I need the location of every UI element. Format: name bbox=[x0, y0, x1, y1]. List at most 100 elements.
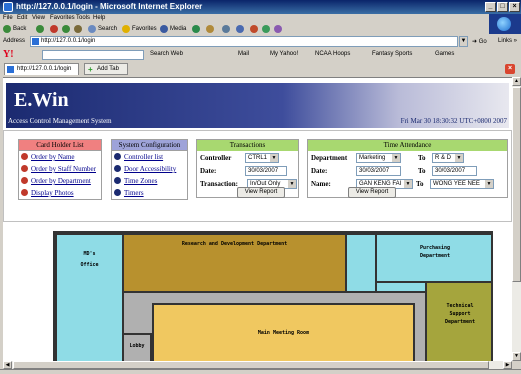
controller-label: Controller bbox=[200, 154, 232, 162]
media-button[interactable]: Media bbox=[170, 26, 186, 32]
menu-favorites[interactable]: Favorites bbox=[50, 15, 75, 21]
order-by-department-link[interactable]: Order by Department bbox=[31, 177, 91, 185]
floor-plan-map[interactable]: MD's Office Research and Development Dep… bbox=[53, 231, 493, 361]
attendance-date-from-input[interactable]: 30/03/2007 bbox=[356, 166, 401, 176]
print-icon[interactable] bbox=[222, 25, 230, 33]
technical-support-room[interactable]: Technical Support Department bbox=[425, 281, 491, 361]
bullet-icon bbox=[114, 165, 121, 172]
attendance-view-report-button[interactable]: View Report bbox=[348, 187, 396, 198]
scroll-thumb[interactable] bbox=[13, 361, 489, 369]
system-config-panel: System Configuration Controller list Doo… bbox=[111, 139, 188, 200]
status-bar bbox=[0, 369, 521, 374]
yahoo-search-input[interactable] bbox=[42, 50, 144, 60]
fantasy-sports-button[interactable]: Fantasy Sports bbox=[372, 51, 412, 57]
history-icon[interactable] bbox=[192, 25, 200, 33]
date-label: Date: bbox=[311, 167, 328, 175]
search-web-button[interactable]: Search Web bbox=[150, 51, 183, 57]
minimize-button[interactable]: _ bbox=[485, 2, 496, 12]
menu-file[interactable]: File bbox=[3, 15, 13, 21]
edit-icon[interactable] bbox=[236, 25, 244, 33]
chevron-down-icon: ▼ bbox=[404, 180, 412, 188]
tab-login[interactable]: http://127.0.0.1/login bbox=[4, 63, 79, 75]
my-yahoo-button[interactable]: My Yahoo! bbox=[270, 51, 298, 57]
favorites-star-icon[interactable] bbox=[122, 25, 130, 33]
transaction-date-input[interactable]: 30/03/2007 bbox=[245, 166, 287, 176]
time-zones-link[interactable]: Time Zones bbox=[124, 177, 157, 185]
card-holder-title: Card Holder List bbox=[19, 140, 101, 151]
plus-icon: + bbox=[88, 65, 93, 74]
scroll-right-icon[interactable]: ▶ bbox=[503, 361, 512, 369]
order-by-name-link[interactable]: Order by Name bbox=[31, 153, 75, 161]
ncaa-hoops-button[interactable]: NCAA Hoops bbox=[315, 51, 350, 57]
to-label: To bbox=[418, 167, 426, 175]
menu-tools[interactable]: Tools bbox=[76, 15, 90, 21]
mail-button[interactable]: Mail bbox=[238, 51, 249, 57]
name-to-select[interactable]: WONG YEE NEE ▼ bbox=[430, 179, 494, 189]
main-meeting-room[interactable]: Main Meeting Room bbox=[152, 303, 415, 361]
refresh-icon[interactable] bbox=[62, 25, 70, 33]
ie-page-icon bbox=[3, 2, 13, 12]
list-item: Order by Staff Number bbox=[19, 163, 101, 175]
favorites-button[interactable]: Favorites bbox=[132, 26, 157, 32]
scroll-left-icon[interactable]: ◀ bbox=[3, 361, 12, 369]
horizontal-scrollbar[interactable]: ◀ ▶ bbox=[3, 361, 512, 369]
messenger-icon[interactable] bbox=[262, 25, 270, 33]
address-input[interactable]: http://127.0.0.1/login bbox=[30, 36, 458, 47]
attendance-date-to-input[interactable]: 30/03/2007 bbox=[432, 166, 477, 176]
research-icon[interactable] bbox=[274, 25, 282, 33]
menu-view[interactable]: View bbox=[32, 15, 45, 21]
forward-arrow-icon[interactable] bbox=[36, 25, 44, 33]
research-development-room[interactable]: Research and Development Department bbox=[122, 233, 347, 293]
search-button[interactable]: Search bbox=[98, 26, 117, 32]
yahoo-toolbar: Y! Search Web Mail My Yahoo! NCAA Hoops … bbox=[0, 48, 521, 62]
department-to-select[interactable]: R & D ▼ bbox=[432, 153, 464, 163]
search-icon[interactable] bbox=[88, 25, 96, 33]
links-button[interactable]: Links » bbox=[498, 38, 517, 44]
date-row: Date: 30/03/2007 bbox=[197, 164, 298, 177]
close-tab-icon[interactable]: × bbox=[505, 64, 515, 74]
window-titlebar: http://127.0.0.1/login - Microsoft Inter… bbox=[0, 0, 521, 14]
stop-icon[interactable] bbox=[50, 25, 58, 33]
add-tab-button[interactable]: + Add Tab bbox=[84, 63, 128, 75]
bullet-icon bbox=[21, 153, 28, 160]
controller-select[interactable]: CTRL1 ▼ bbox=[245, 153, 279, 163]
md-office-room[interactable]: MD's Office bbox=[55, 233, 124, 361]
door-accessibility-link[interactable]: Door Accessibility bbox=[124, 165, 176, 173]
menu-help[interactable]: Help bbox=[93, 15, 105, 21]
control-panel-row: Card Holder List Order by Name Order by … bbox=[3, 130, 512, 222]
display-photos-link[interactable]: Display Photos bbox=[31, 189, 74, 197]
controller-list-link[interactable]: Controller list bbox=[124, 153, 163, 161]
transactions-title: Transactions bbox=[197, 140, 298, 151]
page-icon bbox=[7, 66, 14, 73]
address-dropdown-button[interactable]: ▼ bbox=[459, 36, 468, 47]
close-window-button[interactable]: × bbox=[509, 2, 520, 12]
corridor-room[interactable] bbox=[345, 233, 377, 293]
purchasing-room[interactable]: Purchasing Department bbox=[375, 233, 491, 283]
back-button[interactable]: Back bbox=[13, 26, 26, 32]
page-content: E.Win Access Control Management System F… bbox=[3, 77, 512, 361]
list-item: Order by Name bbox=[19, 151, 101, 163]
time-attendance-panel: Time Attendance Department Marketing ▼ To… bbox=[307, 139, 508, 198]
games-button[interactable]: Games bbox=[435, 51, 454, 57]
scroll-up-icon[interactable]: ▲ bbox=[512, 77, 521, 86]
timers-link[interactable]: Timers bbox=[124, 189, 144, 197]
order-by-staff-number-link[interactable]: Order by Staff Number bbox=[31, 165, 96, 173]
go-button[interactable]: ➜ Go bbox=[472, 38, 487, 45]
scroll-thumb[interactable] bbox=[512, 87, 521, 282]
media-icon[interactable] bbox=[160, 25, 168, 33]
header-banner: E.Win Access Control Management System F… bbox=[6, 83, 509, 128]
transactions-view-report-button[interactable]: View Report bbox=[237, 187, 285, 198]
department-from-select[interactable]: Marketing ▼ bbox=[356, 153, 401, 163]
maximize-button[interactable]: □ bbox=[497, 2, 508, 12]
mail-icon[interactable] bbox=[206, 25, 214, 33]
lobby-area[interactable]: Lobby bbox=[122, 333, 152, 361]
department-row: Department Marketing ▼ To R & D ▼ bbox=[308, 151, 507, 164]
menu-edit[interactable]: Edit bbox=[17, 15, 27, 21]
home-icon[interactable] bbox=[74, 25, 82, 33]
scroll-down-icon[interactable]: ▼ bbox=[512, 352, 521, 361]
system-config-title: System Configuration bbox=[112, 140, 187, 151]
discuss-icon[interactable] bbox=[250, 25, 258, 33]
back-arrow-icon[interactable] bbox=[3, 25, 11, 33]
vertical-scrollbar[interactable]: ▲ ▼ bbox=[512, 77, 521, 361]
yahoo-logo-icon[interactable]: Y! bbox=[3, 49, 14, 60]
